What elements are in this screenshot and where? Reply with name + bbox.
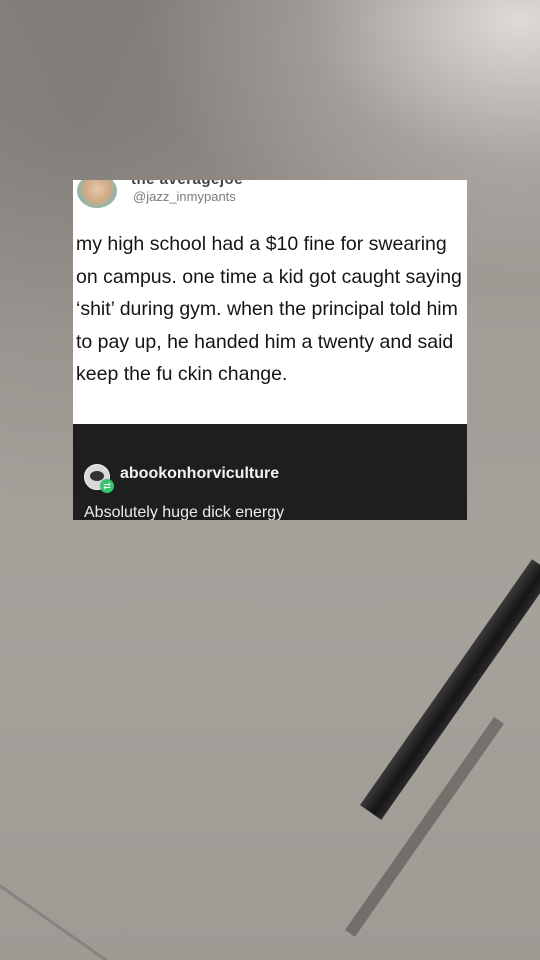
cropped-display-name: the averagejoe (131, 180, 243, 188)
reblog-section: ⇄ abookonhorviculture Absolutely huge di… (73, 424, 467, 520)
ceiling-corner-line (0, 870, 112, 960)
reblog-comment: Absolutely huge dick energy (84, 504, 285, 520)
tumblr-post-screenshot: the averagejoe @jazz_inmypants my high s… (73, 180, 467, 520)
tweet-handle[interactable]: @jazz_inmypants (133, 189, 236, 204)
tweet-text: my high school had a $10 fine for sweari… (76, 233, 462, 385)
reblog-badge-icon: ⇄ (100, 479, 114, 493)
reblogger-username[interactable]: abookonhorviculture (120, 465, 279, 483)
tweet-card: the averagejoe @jazz_inmypants my high s… (73, 180, 467, 424)
user-avatar-icon[interactable] (77, 180, 117, 208)
